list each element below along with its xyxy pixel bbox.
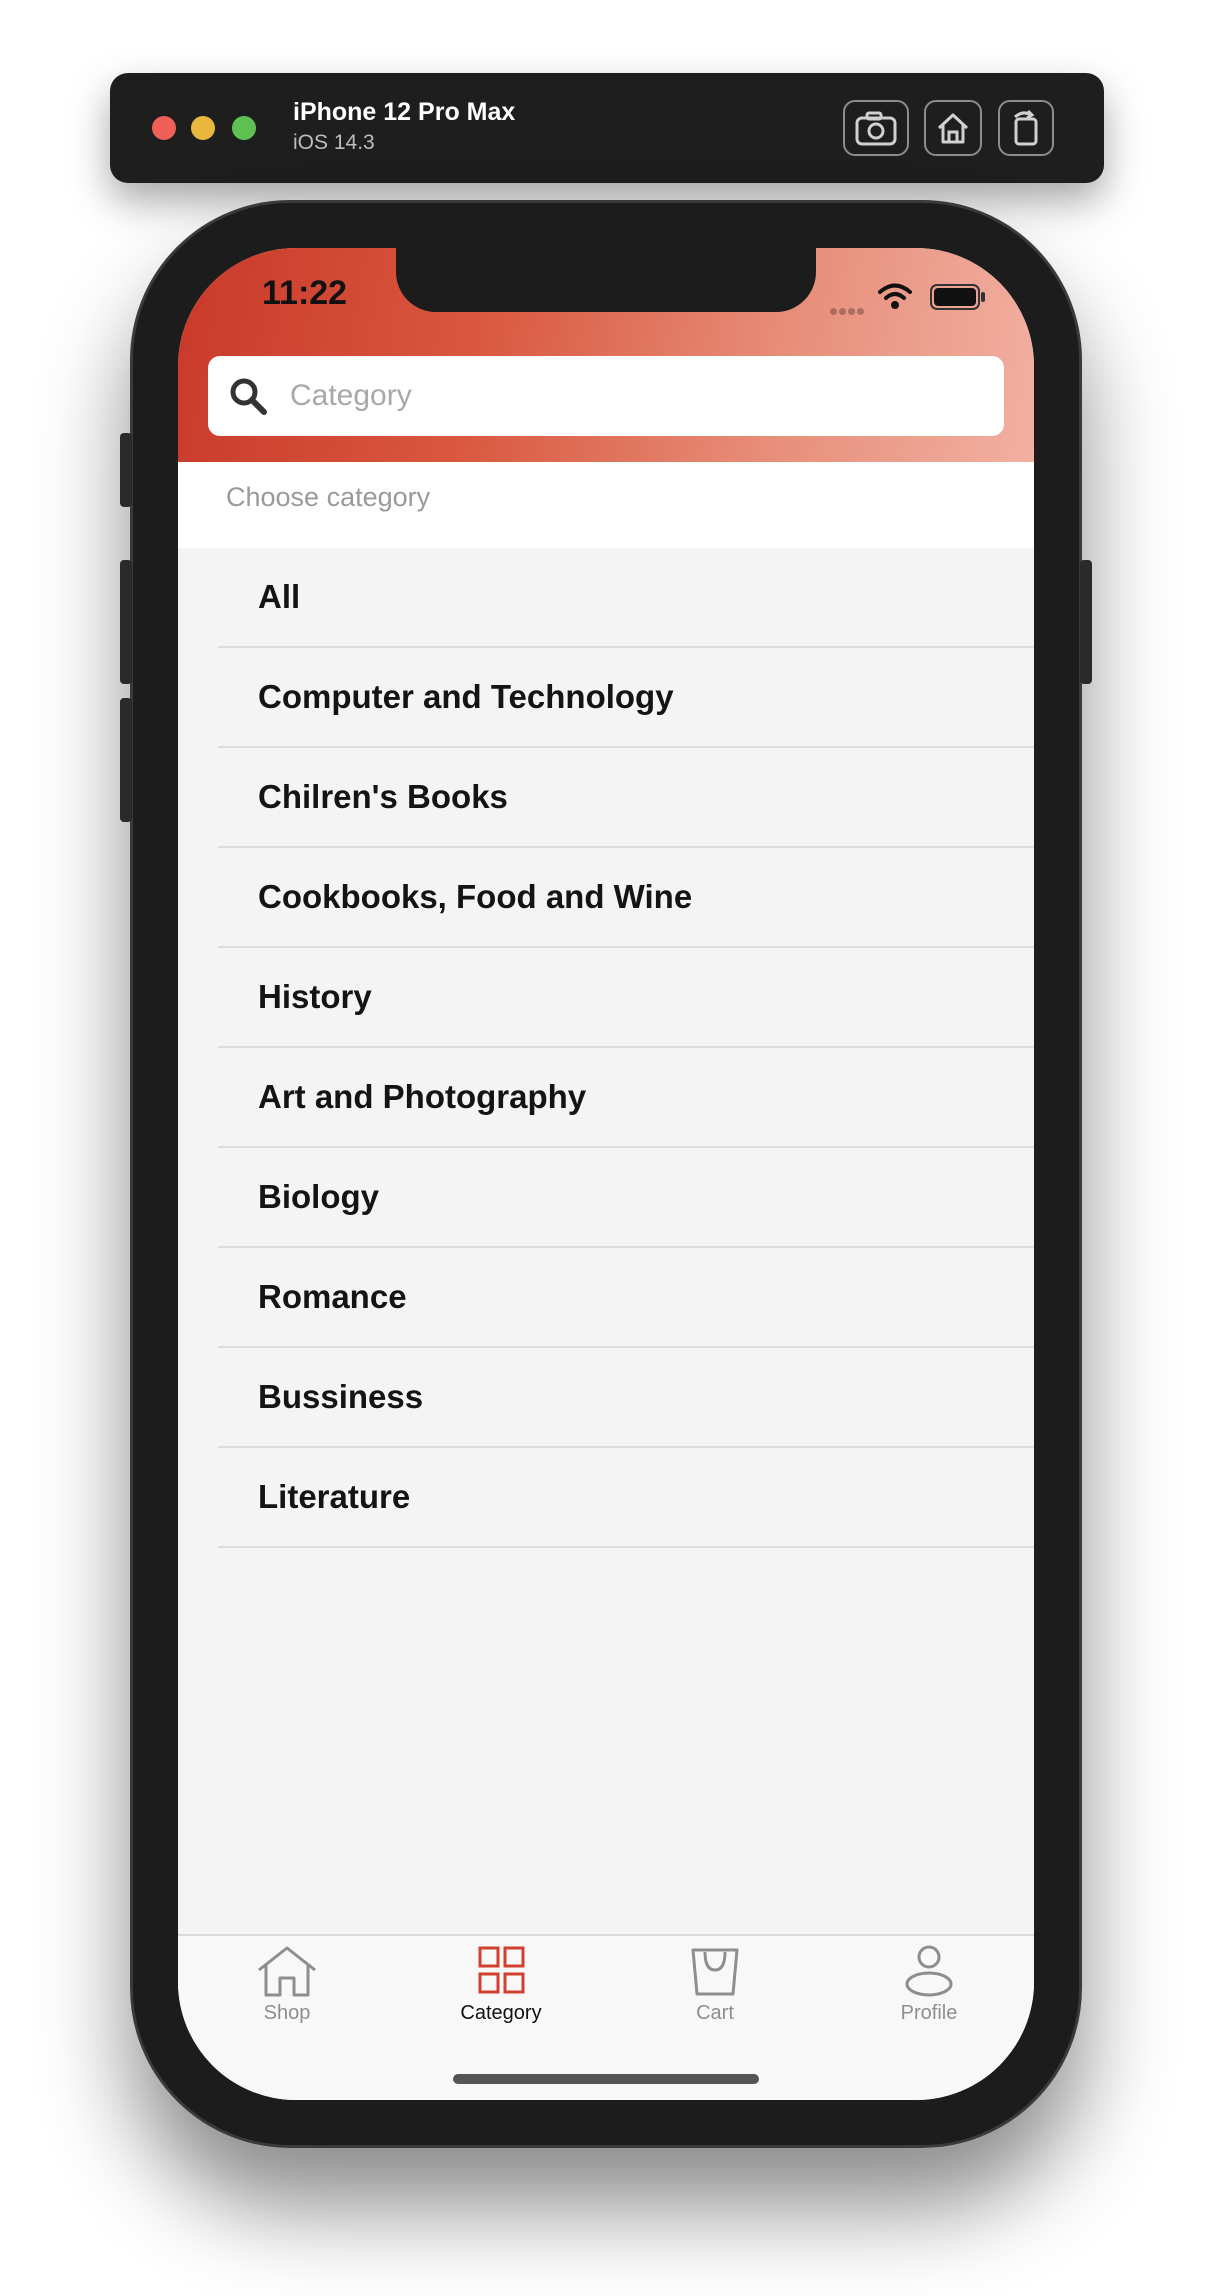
- category-label: Bussiness: [258, 1378, 424, 1415]
- home-button[interactable]: [924, 100, 982, 156]
- search-input[interactable]: [288, 378, 988, 414]
- category-label: Literature: [258, 1478, 411, 1515]
- os-version: iOS 14.3: [293, 131, 375, 154]
- notch: [396, 248, 816, 312]
- category-item-childrens-books[interactable]: Chilren's Books: [178, 748, 1034, 848]
- grid-icon: [478, 1946, 525, 1994]
- category-label: Biology: [258, 1178, 379, 1215]
- bag-icon: [691, 1948, 739, 1996]
- tab-category[interactable]: Category: [426, 1944, 576, 2054]
- category-item-all[interactable]: All: [178, 548, 1034, 648]
- category-item-business[interactable]: Bussiness: [178, 1348, 1034, 1448]
- wifi-icon: [878, 283, 912, 309]
- tab-label: Shop: [263, 2002, 311, 2024]
- tab-shop[interactable]: Shop: [212, 1944, 362, 2054]
- silent-switch: [120, 433, 132, 507]
- person-icon: [905, 1945, 953, 1997]
- search-icon: [230, 378, 267, 415]
- volume-up-button: [120, 560, 132, 684]
- category-item-history[interactable]: History: [178, 948, 1034, 1048]
- search-bar: [208, 356, 1004, 436]
- camera-icon: [855, 111, 897, 146]
- tab-label: Cart: [696, 2002, 734, 2024]
- category-item-biology[interactable]: Biology: [178, 1148, 1034, 1248]
- tab-label: Category: [460, 2002, 542, 2024]
- tab-cart[interactable]: Cart: [640, 1944, 790, 2054]
- category-item-art-and-photography[interactable]: Art and Photography: [178, 1048, 1034, 1148]
- device-name: iPhone 12 Pro Max: [293, 98, 516, 126]
- rotate-button[interactable]: [998, 100, 1054, 156]
- category-label: All: [258, 578, 301, 615]
- screenshot-button[interactable]: [843, 100, 909, 156]
- category-item-cookbooks[interactable]: Cookbooks, Food and Wine: [178, 848, 1034, 948]
- cellular-signal-icon: [830, 302, 866, 320]
- home-icon: [937, 113, 969, 144]
- rotate-icon: [1014, 109, 1038, 146]
- battery-icon: [930, 284, 985, 310]
- category-label: Chilren's Books: [258, 778, 508, 815]
- section-label: Choose category: [226, 482, 431, 512]
- minimize-window-button[interactable]: [191, 116, 215, 140]
- app-screen: 11:22 Choose category All Computer and T…: [178, 248, 1034, 2100]
- section-header: Choose category: [178, 462, 1034, 548]
- category-item-computer-and-technology[interactable]: Computer and Technology: [178, 648, 1034, 748]
- category-label: Art and Photography: [258, 1078, 587, 1115]
- category-label: History: [258, 978, 372, 1015]
- status-time: 11:22: [262, 274, 348, 312]
- category-list: All Computer and Technology Chilren's Bo…: [178, 548, 1034, 1548]
- category-label: Computer and Technology: [258, 678, 674, 715]
- power-button: [1080, 560, 1092, 684]
- category-item-literature[interactable]: Literature: [178, 1448, 1034, 1548]
- tab-profile[interactable]: Profile: [854, 1944, 1004, 2054]
- volume-down-button: [120, 698, 132, 822]
- home-indicator: [453, 2074, 759, 2084]
- tab-label: Profile: [900, 2002, 958, 2024]
- category-label: Cookbooks, Food and Wine: [258, 878, 693, 915]
- category-item-romance[interactable]: Romance: [178, 1248, 1034, 1348]
- category-label: Romance: [258, 1278, 407, 1315]
- close-window-button[interactable]: [152, 116, 176, 140]
- zoom-window-button[interactable]: [232, 116, 256, 140]
- home-icon: [258, 1946, 316, 1997]
